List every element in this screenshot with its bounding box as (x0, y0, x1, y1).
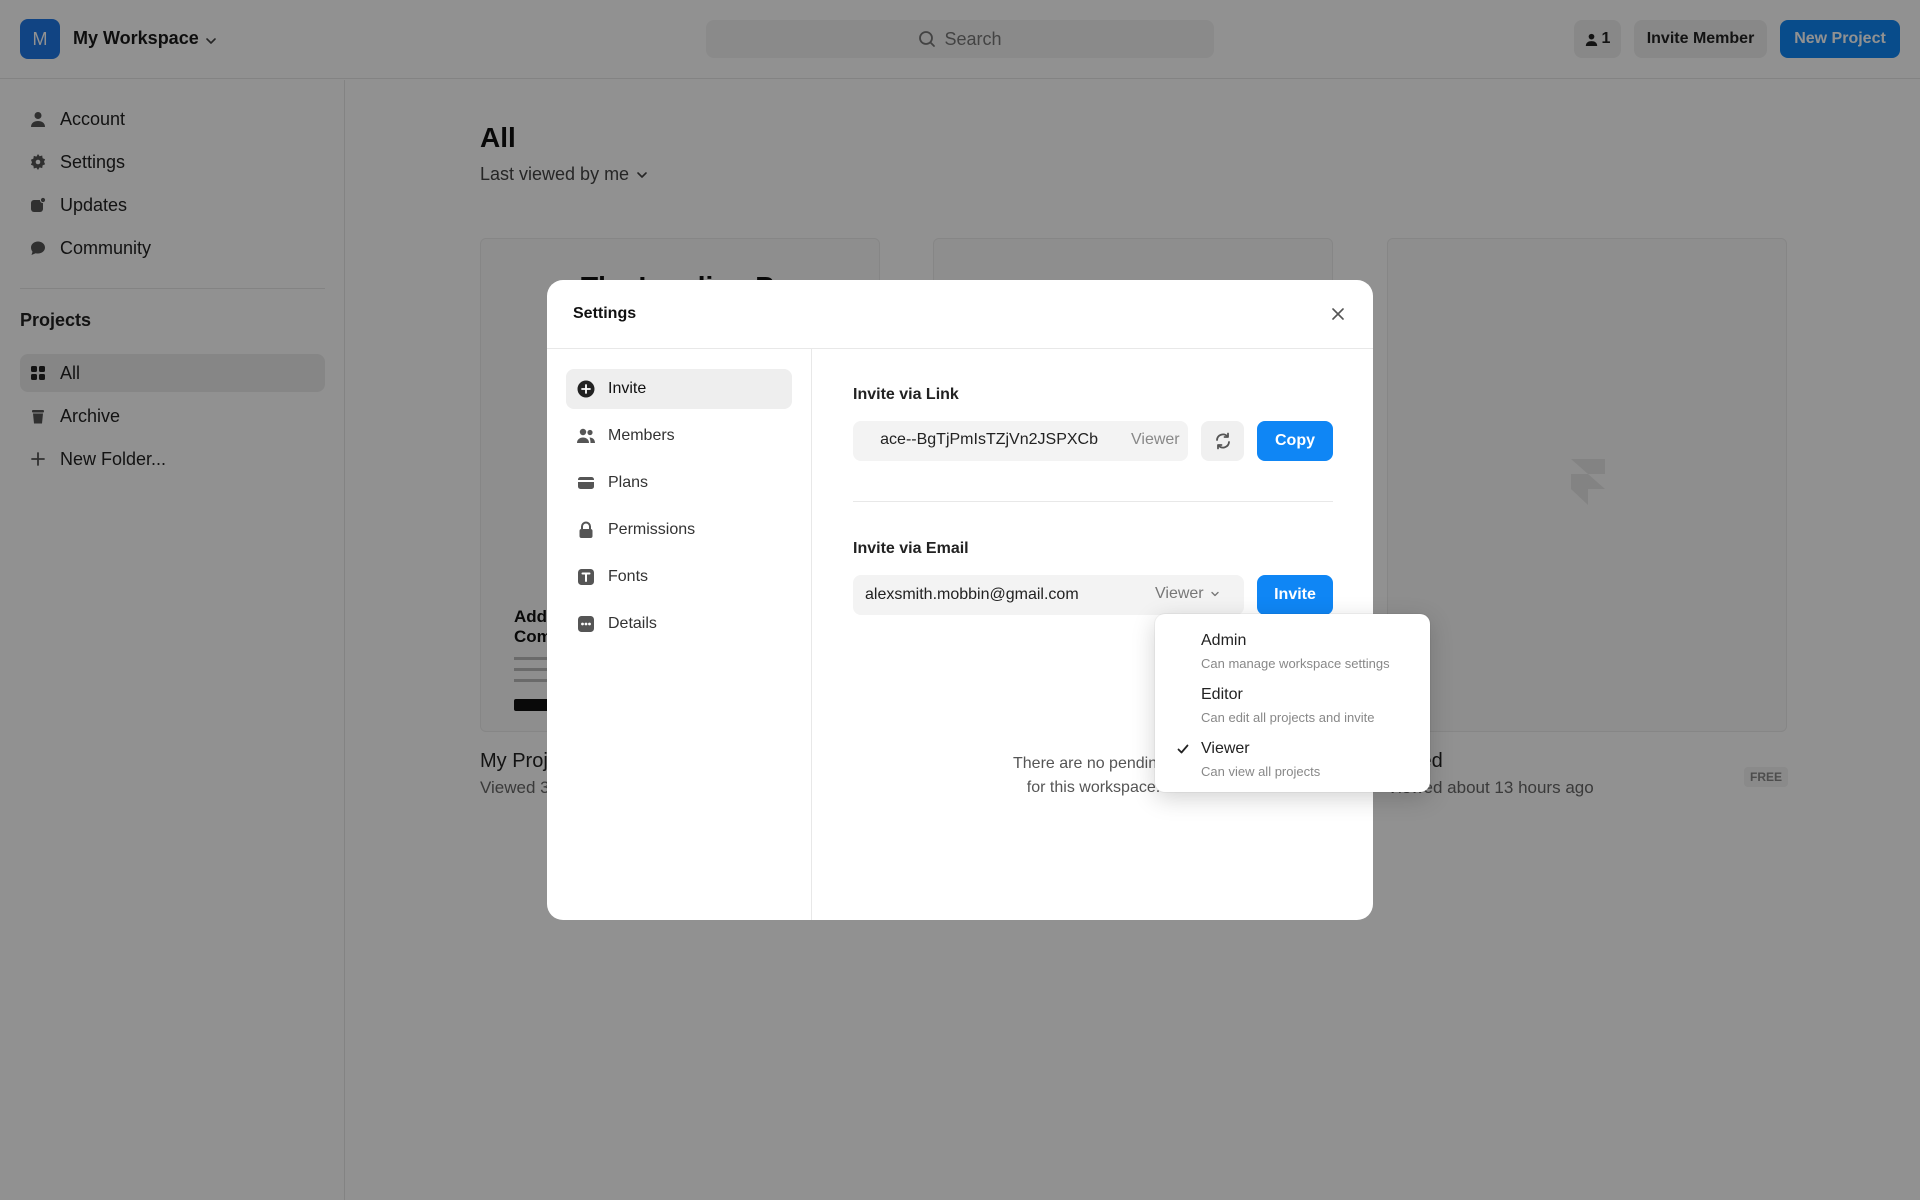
email-input[interactable] (865, 575, 1145, 615)
settings-nav: Invite Members Plans Permissions Fonts D… (547, 349, 812, 920)
invite-link-field[interactable]: ace--BgTjPmIsTZjVn2JSPXCb Viewer (853, 421, 1188, 461)
role-option-label: Editor (1201, 686, 1243, 703)
settings-modal: Settings Invite Members Plans Permission… (547, 280, 1373, 920)
invite-email-field: Viewer (853, 575, 1244, 615)
settings-tab-members[interactable]: Members (566, 416, 792, 456)
regenerate-link-button[interactable] (1201, 421, 1244, 461)
invite-link-url[interactable]: ace--BgTjPmIsTZjVn2JSPXCb (880, 431, 1098, 449)
invite-email-label: Invite via Email (853, 540, 969, 557)
checkmark-icon (1177, 744, 1189, 754)
settings-tab-label: Fonts (608, 568, 649, 585)
role-option-admin[interactable]: Admin Can manage workspace settings (1155, 626, 1430, 680)
card-icon (578, 477, 594, 489)
role-option-description: Can manage workspace settings (1201, 656, 1390, 671)
settings-tab-label: Invite (608, 380, 647, 397)
role-select-value: Viewer (1155, 585, 1204, 602)
send-invite-button[interactable]: Invite (1257, 575, 1333, 615)
section-divider (853, 501, 1333, 502)
role-select[interactable]: Viewer (1155, 585, 1220, 603)
role-dropdown-menu: Admin Can manage workspace settings Edit… (1155, 614, 1430, 792)
settings-tab-fonts[interactable]: Fonts (566, 557, 792, 597)
close-button[interactable] (1328, 304, 1348, 324)
role-option-description: Can edit all projects and invite (1201, 710, 1375, 725)
lock-icon (579, 521, 593, 538)
role-option-label: Admin (1201, 632, 1247, 649)
settings-tab-label: Permissions (608, 521, 696, 538)
settings-tab-plans[interactable]: Plans (566, 463, 792, 503)
modal-header: Settings (547, 280, 1373, 349)
chevron-down-icon (1210, 591, 1219, 597)
settings-tab-label: Members (608, 427, 675, 444)
role-option-viewer[interactable]: Viewer Can view all projects (1155, 734, 1430, 788)
settings-tab-label: Details (608, 615, 657, 632)
settings-tab-permissions[interactable]: Permissions (566, 510, 792, 550)
font-icon (578, 569, 594, 585)
invite-link-role: Viewer (1125, 431, 1180, 449)
dots-icon (578, 616, 594, 632)
settings-tab-label: Plans (608, 474, 649, 491)
copy-link-button[interactable]: Copy (1257, 421, 1333, 461)
role-option-description: Can view all projects (1201, 764, 1321, 779)
invite-link-label: Invite via Link (853, 386, 959, 403)
people-icon (577, 428, 595, 443)
refresh-icon (1215, 432, 1230, 450)
close-icon (1332, 308, 1344, 320)
settings-tab-invite[interactable]: Invite (566, 369, 792, 409)
settings-tab-details[interactable]: Details (566, 604, 792, 644)
plus-circle-icon (577, 380, 595, 398)
role-option-label: Viewer (1201, 740, 1250, 757)
role-option-editor[interactable]: Editor Can edit all projects and invite (1155, 680, 1430, 734)
modal-title: Settings (573, 305, 637, 322)
